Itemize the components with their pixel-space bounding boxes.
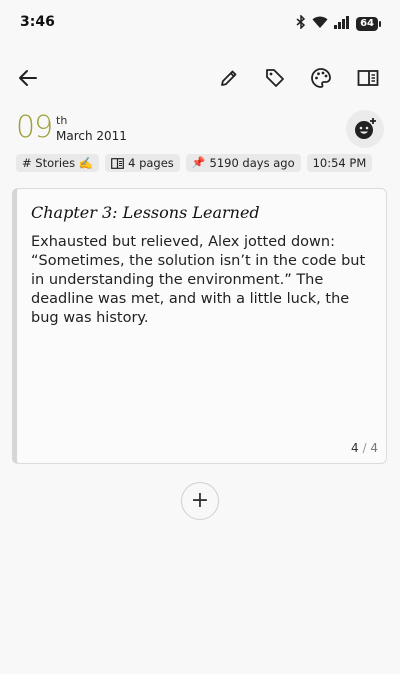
page-card[interactable]: Chapter 3: Lessons Learned Exhausted but… — [12, 188, 387, 464]
book-view-icon — [111, 157, 125, 169]
entry-date: 09 th March 2011 — [16, 110, 384, 150]
day-number: 09 — [16, 110, 53, 145]
status-time: 3:46 — [20, 14, 55, 30]
pages-chip[interactable]: 4 pages — [105, 154, 180, 172]
age-chip-label: 5190 days ago — [209, 156, 295, 170]
pushpin-icon: 📌 — [191, 156, 206, 169]
page-title: Chapter 3: Lessons Learned — [31, 203, 260, 222]
time-chip[interactable]: 10:54 PM — [306, 154, 373, 172]
add-mood-button[interactable] — [346, 110, 384, 148]
book-view-icon — [357, 70, 379, 86]
day-suffix: th — [56, 114, 68, 127]
age-chip: 📌 5190 days ago — [185, 154, 301, 172]
toolbar — [0, 60, 400, 96]
page-separator: / — [362, 441, 367, 455]
wifi-icon — [312, 14, 328, 33]
add-emoji-icon — [355, 118, 376, 139]
page-body: Exhausted but relieved, Alex jotted down… — [31, 234, 366, 326]
status-bar: 3:46 64 — [0, 0, 400, 48]
pages-chip-label: 4 pages — [128, 156, 174, 170]
back-button[interactable] — [14, 64, 42, 92]
status-icons: 64 — [296, 14, 381, 33]
battery-icon: 64 — [356, 16, 381, 31]
pencil-icon — [221, 70, 237, 86]
edit-button[interactable] — [215, 64, 243, 92]
palette-icon — [311, 68, 331, 88]
tag-button[interactable] — [261, 64, 289, 92]
category-chip[interactable]: # Stories ✍️ — [16, 154, 100, 172]
bluetooth-icon — [296, 14, 306, 33]
palette-button[interactable] — [307, 64, 335, 92]
arrow-left-icon — [19, 70, 37, 86]
page-current: 4 — [351, 441, 359, 455]
page-total: 4 — [370, 441, 378, 455]
signal-icon — [334, 14, 350, 33]
page-indicator: 4 / 4 — [351, 441, 378, 455]
view-mode-button[interactable] — [354, 64, 382, 92]
tag-icon — [266, 69, 284, 87]
entry-meta-chips: # Stories ✍️ 4 pages 📌 5190 days ago 10:… — [16, 154, 384, 172]
month-year: March 2011 — [56, 129, 127, 143]
add-page-button[interactable]: + — [181, 482, 219, 520]
